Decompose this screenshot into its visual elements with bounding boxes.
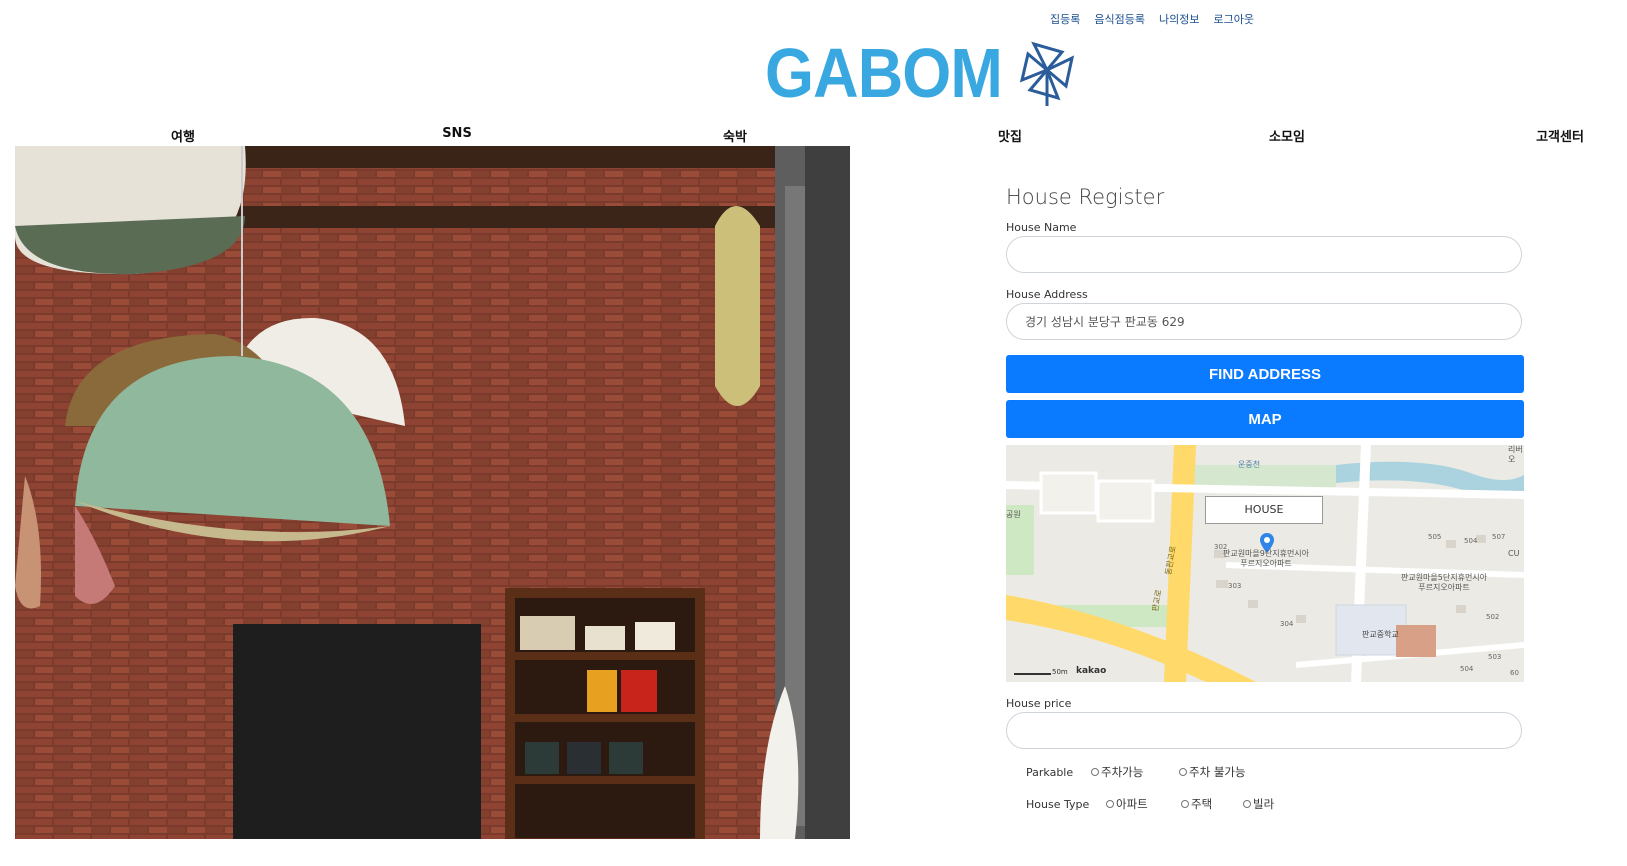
house-name-label: House Name — [1006, 221, 1077, 234]
parkable-label: Parkable — [1026, 765, 1074, 779]
house-type-label: House Type — [1026, 797, 1090, 811]
logo-text: GABOM — [765, 34, 1003, 112]
nav-item-customer-center[interactable]: 고객센터 — [1536, 126, 1584, 145]
find-address-button[interactable]: FIND ADDRESS — [1006, 355, 1524, 393]
top-link-restaurant-register[interactable]: 음식점등록 — [1094, 11, 1145, 27]
hero-photo — [15, 146, 850, 839]
house-type-row: House Type 아파트 주택 빌라 — [1006, 796, 1524, 812]
house-address-input[interactable] — [1006, 303, 1522, 340]
parkable-option-no[interactable]: 주차 불가능 — [1179, 764, 1246, 780]
map-building-number: 503 — [1488, 653, 1502, 661]
map-place-label: 리버 오 — [1508, 445, 1523, 464]
house-price-input[interactable] — [1006, 712, 1522, 749]
parkable-option-yes-label: 주차가능 — [1101, 765, 1144, 779]
map-place-label: 공원 — [1006, 510, 1021, 519]
map-building-number: 303 — [1228, 582, 1242, 590]
parkable-option-yes[interactable]: 주차가능 — [1091, 764, 1179, 780]
map-place-label: 판교중학교 — [1362, 630, 1399, 639]
map-brand-text: kakao — [1076, 666, 1107, 676]
map-building-number: 505 — [1428, 533, 1442, 541]
main-nav: 여행 SNS 숙박 맛집 소모임 고객센터 — [0, 126, 1627, 145]
house-address-label: House Address — [1006, 288, 1088, 301]
map-button[interactable]: MAP — [1006, 400, 1524, 438]
map-building-number: 502 — [1486, 613, 1500, 621]
nav-item-lodging[interactable]: 숙박 — [723, 126, 747, 145]
map-building-number: 504 — [1460, 665, 1474, 673]
map-scale-text: 50m — [1052, 668, 1068, 676]
nav-item-travel[interactable]: 여행 — [171, 126, 195, 145]
pinwheel-icon — [1020, 41, 1075, 106]
top-link-logout[interactable]: 로그아웃 — [1213, 11, 1253, 27]
house-type-radio-house[interactable] — [1181, 800, 1189, 808]
top-links: 집등록 음식점등록 나의정보 로그아웃 — [1050, 11, 1268, 27]
map-building-number: 507 — [1492, 533, 1506, 541]
house-type-option-house-label: 주택 — [1191, 797, 1213, 811]
top-link-house-register[interactable]: 집등록 — [1050, 11, 1080, 27]
map-building-number: 302 — [1214, 543, 1228, 551]
map-building-number: 504 — [1464, 537, 1478, 545]
site-logo[interactable]: GABOM — [765, 38, 1078, 108]
house-type-option-house[interactable]: 주택 — [1181, 796, 1243, 812]
map-marker-label: HOUSE — [1205, 496, 1323, 524]
address-map[interactable]: HOUSE 판교원마을9단지휴먼시아 푸르지오아파트 판교원마을5단지휴먼시아 … — [1006, 445, 1524, 682]
top-link-my-info[interactable]: 나의정보 — [1159, 11, 1199, 27]
map-place-label: 판교원마을5단지휴먼시아 푸르지오아파트 — [1400, 573, 1488, 592]
form-title: House Register — [1006, 185, 1165, 209]
house-type-option-villa-label: 빌라 — [1253, 797, 1275, 811]
parkable-option-no-label: 주차 불가능 — [1189, 765, 1246, 779]
parkable-row: Parkable 주차가능 주차 불가능 — [1006, 764, 1524, 780]
map-place-label: 운중천 — [1238, 460, 1261, 469]
house-register-form: House Register House Name House Address … — [1006, 180, 1524, 812]
house-type-option-apartment[interactable]: 아파트 — [1106, 796, 1181, 812]
map-building-number: 60 — [1510, 669, 1519, 677]
house-price-label: House price — [1006, 697, 1072, 710]
house-type-option-villa[interactable]: 빌라 — [1243, 796, 1274, 812]
map-place-label: 판교원마을9단지휴먼시아 푸르지오아파트 — [1222, 549, 1310, 568]
map-building-number: 304 — [1280, 620, 1294, 628]
house-name-input[interactable] — [1006, 236, 1522, 273]
house-type-option-apartment-label: 아파트 — [1116, 797, 1148, 811]
parkable-radio-yes[interactable] — [1091, 768, 1099, 776]
house-type-radio-villa[interactable] — [1243, 800, 1251, 808]
map-store-label: CU — [1508, 549, 1520, 558]
house-type-radio-apartment[interactable] — [1106, 800, 1114, 808]
parkable-radio-no[interactable] — [1179, 768, 1187, 776]
nav-item-sns[interactable]: SNS — [442, 126, 472, 141]
nav-item-meetups[interactable]: 소모임 — [1269, 126, 1305, 145]
nav-item-restaurants[interactable]: 맛집 — [998, 126, 1022, 145]
